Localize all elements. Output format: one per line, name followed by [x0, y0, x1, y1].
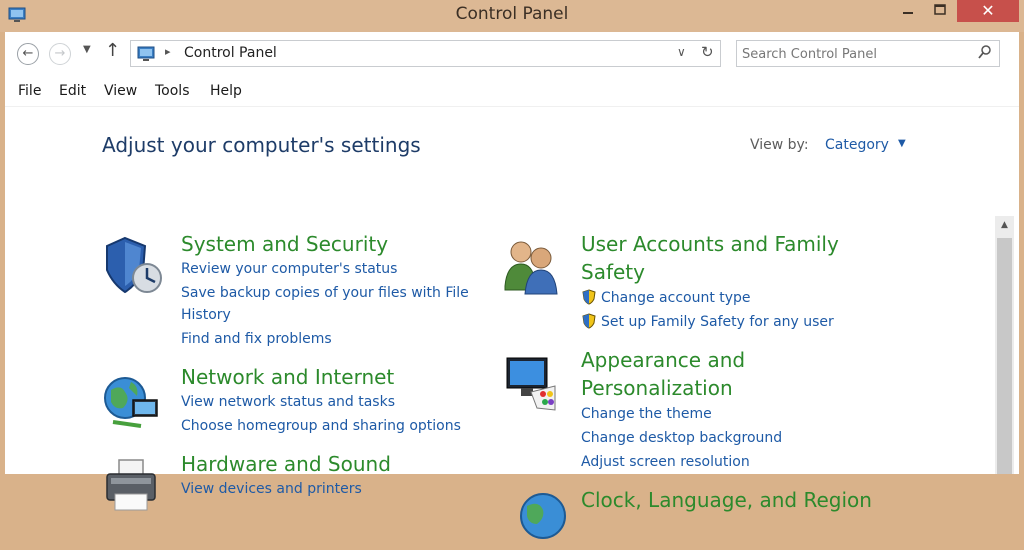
link-change-account-type-label: Change account type — [601, 290, 751, 306]
menu-bar: File Edit View Tools Help — [5, 76, 1019, 107]
back-arrow-icon: ← — [22, 46, 34, 61]
category-user-accounts-line1[interactable]: User Accounts and Family — [581, 230, 839, 258]
refresh-icon[interactable]: ↻ — [701, 43, 714, 61]
up-button[interactable]: ↑ — [105, 40, 120, 61]
address-dropdown-icon[interactable]: ∨ — [677, 45, 686, 59]
page-title: Adjust your computer's settings — [102, 133, 421, 157]
window-title: Control Panel — [455, 4, 569, 24]
uac-shield-icon — [582, 313, 596, 329]
chevron-down-icon[interactable]: ▼ — [898, 138, 906, 149]
category-clock-language-region[interactable]: Clock, Language, and Region — [581, 486, 872, 514]
title-bar: Control Panel ✕ — [0, 0, 1024, 32]
content-area: Adjust your computer's settings View by:… — [5, 106, 1019, 539]
users-icon[interactable] — [501, 236, 561, 298]
control-panel-icon — [137, 46, 155, 61]
breadcrumb-separator-icon[interactable]: ▸ — [165, 45, 171, 58]
category-system-and-security[interactable]: System and Security — [181, 230, 388, 258]
address-bar[interactable]: ▸ Control Panel ∨ ↻ — [130, 40, 721, 67]
search-input[interactable] — [740, 43, 974, 65]
link-view-network-status[interactable]: View network status and tasks — [181, 392, 395, 412]
link-review-status[interactable]: Review your computer's status — [181, 259, 397, 279]
breadcrumb[interactable]: Control Panel — [184, 45, 277, 61]
link-adjust-resolution[interactable]: Adjust screen resolution — [581, 452, 750, 472]
link-family-safety-label: Set up Family Safety for any user — [601, 314, 834, 330]
link-change-theme[interactable]: Change the theme — [581, 404, 712, 424]
shield-icon[interactable] — [103, 234, 163, 296]
category-appearance-line1[interactable]: Appearance and — [581, 346, 745, 374]
link-change-account-type[interactable]: Change account type — [581, 288, 751, 308]
link-view-devices-printers[interactable]: View devices and printers — [181, 479, 362, 499]
link-save-backup-history[interactable]: History — [181, 305, 231, 325]
recent-locations-button[interactable]: ▼ — [83, 44, 91, 55]
up-arrow-icon: ↑ — [105, 40, 121, 61]
scroll-up-icon[interactable]: ▲ — [995, 216, 1014, 234]
forward-button[interactable]: → — [49, 43, 71, 65]
search-box[interactable] — [736, 40, 1000, 67]
globe-network-icon[interactable] — [103, 370, 163, 432]
link-family-safety[interactable]: Set up Family Safety for any user — [581, 312, 834, 332]
menu-file[interactable]: File — [18, 83, 41, 99]
minimize-icon — [903, 12, 913, 14]
menu-view[interactable]: View — [104, 83, 137, 99]
close-icon: ✕ — [981, 1, 995, 20]
link-save-backup[interactable]: Save backup copies of your files with Fi… — [181, 283, 469, 303]
uac-shield-icon — [582, 289, 596, 305]
link-homegroup-sharing[interactable]: Choose homegroup and sharing options — [181, 416, 461, 436]
back-button[interactable]: ← — [17, 43, 39, 65]
chevron-down-icon: ▼ — [83, 44, 91, 55]
view-by-dropdown[interactable]: Category — [825, 137, 889, 153]
forward-arrow-icon: → — [54, 46, 66, 61]
scroll-thumb[interactable] — [997, 238, 1012, 474]
view-by-label: View by: — [750, 137, 809, 153]
link-change-desktop-background[interactable]: Change desktop background — [581, 428, 782, 448]
close-button[interactable]: ✕ — [957, 0, 1019, 22]
link-find-fix-problems[interactable]: Find and fix problems — [181, 329, 332, 349]
vertical-scrollbar[interactable]: ▲ — [995, 216, 1014, 474]
menu-edit[interactable]: Edit — [59, 83, 86, 99]
printer-icon[interactable] — [103, 456, 163, 518]
navigation-bar: ← → ▼ ↑ ▸ Control Panel ∨ ↻ — [5, 32, 1019, 76]
display-palette-icon[interactable] — [501, 352, 561, 414]
category-network-and-internet[interactable]: Network and Internet — [181, 363, 394, 391]
menu-tools[interactable]: Tools — [155, 83, 190, 99]
explorer-window: ← → ▼ ↑ ▸ Control Panel ∨ ↻ File Edit Vi — [5, 32, 1019, 539]
maximize-icon — [934, 4, 946, 15]
search-icon[interactable] — [977, 44, 993, 60]
maximize-button[interactable] — [925, 0, 955, 22]
clock-globe-icon[interactable] — [515, 488, 575, 550]
menu-help[interactable]: Help — [210, 83, 242, 99]
minimize-button[interactable] — [893, 0, 923, 22]
category-appearance-line2[interactable]: Personalization — [581, 374, 733, 402]
category-user-accounts-line2[interactable]: Safety — [581, 258, 645, 286]
